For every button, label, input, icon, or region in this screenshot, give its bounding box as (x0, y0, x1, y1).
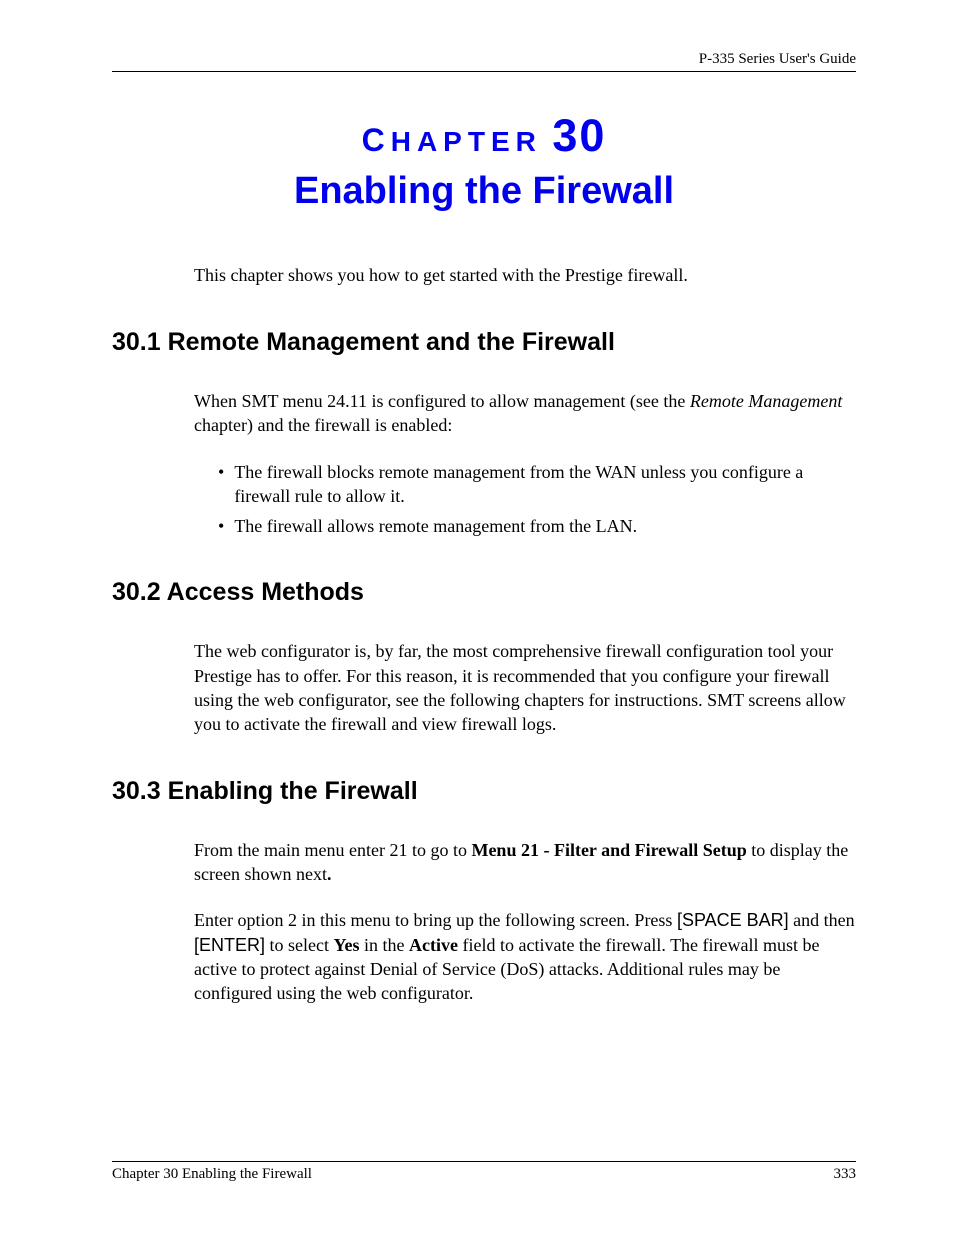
section-30-1-para: When SMT menu 24.11 is configured to all… (194, 389, 856, 438)
text-span: in the (360, 935, 410, 955)
text-span: When SMT menu 24.11 is configured to all… (194, 391, 690, 411)
text-sans: [SPACE BAR] (677, 910, 789, 930)
text-span: From the main menu enter 21 to go to (194, 840, 471, 860)
section-30-2-para: The web configurator is, by far, the mos… (194, 639, 856, 736)
chapter-title: Enabling the Firewall (112, 170, 856, 213)
text-italic: Remote Management (690, 391, 842, 411)
list-item: •The firewall blocks remote management f… (218, 460, 856, 509)
chapter-label: CHAPTER 30 (112, 110, 856, 162)
chapter-number: 30 (552, 110, 606, 161)
section-heading-30-3: 30.3 Enabling the Firewall (112, 777, 856, 806)
bullet-dot: • (218, 460, 224, 509)
text-span: Enter option 2 in this menu to bring up … (194, 910, 677, 930)
bullet-list: •The firewall blocks remote management f… (218, 460, 856, 539)
text-span: to select (265, 935, 333, 955)
list-item: • The firewall allows remote management f… (218, 514, 856, 538)
section-30-3-para-2: Enter option 2 in this menu to bring up … (194, 908, 856, 1005)
section-heading-30-1: 30.1 Remote Management and the Firewall (112, 328, 856, 357)
text-bold: Menu 21 - Filter and Firewall Setup (471, 840, 746, 860)
page-footer: Chapter 30 Enabling the Firewall 333 (112, 1161, 856, 1183)
text-span: chapter) and the firewall is enabled: (194, 415, 452, 435)
text-bold: . (327, 864, 332, 884)
footer-page-number: 333 (834, 1166, 857, 1183)
text-span: and then (789, 910, 855, 930)
header-rule: P-335 Series User's Guide (112, 51, 856, 72)
chapter-label-prefix: C (362, 122, 391, 158)
text-bold: Active (409, 935, 458, 955)
footer-left: Chapter 30 Enabling the Firewall (112, 1166, 312, 1183)
chapter-label-rest: HAPTER (391, 126, 542, 157)
bullet-dot: • (218, 514, 224, 538)
section-30-3-para-1: From the main menu enter 21 to go to Men… (194, 838, 856, 887)
section-heading-30-2: 30.2 Access Methods (112, 578, 856, 607)
text-bold: Yes (334, 935, 360, 955)
chapter-intro: This chapter shows you how to get starte… (194, 265, 856, 286)
text-sans: [ENTER] (194, 935, 265, 955)
bullet-text: The firewall allows remote management fr… (234, 514, 637, 538)
bullet-text: The firewall blocks remote management fr… (234, 460, 856, 509)
header-guide-text: P-335 Series User's Guide (112, 51, 856, 68)
